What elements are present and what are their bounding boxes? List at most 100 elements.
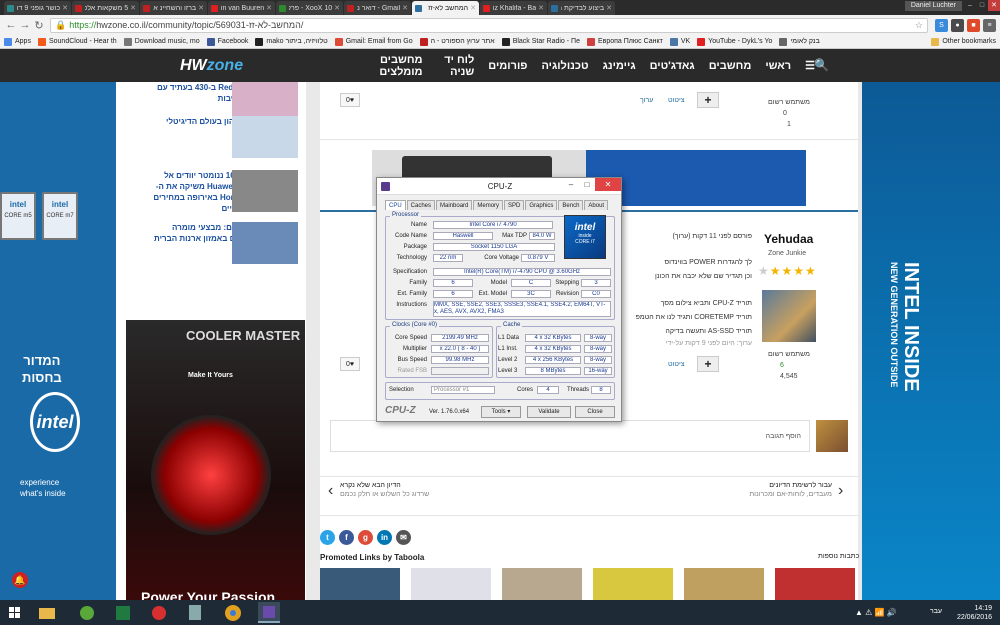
bookmark-item[interactable]: Other bookmarks [931,37,996,46]
calculator-icon[interactable] [184,602,206,623]
bookmark-item[interactable]: Facebook [206,37,248,46]
bookmark-item[interactable]: Black Star Radio - Пе [501,37,580,46]
bookmark-item[interactable]: Download music, mo [123,37,200,46]
quote-link[interactable]: ציטוט [668,361,685,368]
utorrent-icon[interactable] [76,602,98,623]
menu-item[interactable]: ראשי [765,60,791,72]
cpuz-tab[interactable]: About [584,200,609,210]
right-skin-ad[interactable]: INTEL INSIDE NEW GENERATION OUTSIDE [862,82,1000,600]
minimize-icon[interactable]: – [964,0,976,11]
menu-item[interactable]: מחשבים [709,60,752,72]
chrome-icon[interactable] [222,602,244,623]
back-icon[interactable]: ← [4,19,18,31]
close-tab-icon[interactable]: ✕ [538,4,544,12]
bookmark-item[interactable]: mako טלוויזיה, ביתור [255,37,328,46]
multiquote-button[interactable]: + [697,92,719,108]
notification-bell-icon[interactable]: 🔔 [12,572,28,588]
file-explorer-icon[interactable] [36,602,58,623]
chevron-left-icon[interactable]: ‹ [328,482,333,500]
promoted-thumb[interactable] [502,568,582,600]
alarm-icon[interactable] [148,602,170,623]
tray-icons[interactable]: ▲ ⚠ 📶 🔊 [855,608,897,617]
promoted-thumb[interactable] [684,568,764,600]
menu-icon[interactable]: ≡ [983,18,996,32]
site-logo[interactable]: HWzone [180,57,243,75]
close-window-icon[interactable]: ✕ [988,0,1000,11]
browser-tab[interactable]: ביצוע לבדיקת מסך✕ [548,1,615,15]
cpuz-tab[interactable]: Mainboard [436,200,473,210]
start-button[interactable] [4,602,26,623]
menu-item[interactable]: טכנולוגיה [541,60,588,72]
linkedin-icon[interactable]: in [377,530,392,545]
cpuz-tab[interactable]: Caches [406,200,436,210]
like-button[interactable]: 0♥ [340,93,360,107]
promoted-thumb[interactable] [320,568,400,600]
close-icon[interactable]: ✕ [595,178,621,191]
close-tab-icon[interactable]: ✕ [606,4,612,12]
news-thumbnail[interactable] [232,116,298,158]
cpuz-titlebar[interactable]: CPU-Z – □ ✕ [377,178,621,195]
email-icon[interactable]: ✉ [396,530,411,545]
author-name[interactable]: Yehudaa [764,232,813,246]
close-tab-icon[interactable]: ✕ [130,4,136,12]
close-tab-icon[interactable]: ✕ [334,4,340,12]
bookmark-item[interactable]: אתר ערוץ הספורט - ה [419,37,495,46]
sidebar-news-item[interactable]: שבבי 16 ננומטר יוודים אל העם: Huawei משי… [116,170,306,214]
extension-icon[interactable]: ● [951,18,964,32]
next-unread-link[interactable]: הדיון הבא שלא נקרא שרדוג כל השלוש או חלק … [340,482,500,498]
browser-tab[interactable]: Gmail - דואר נכנס✕ [344,1,411,15]
edit-link[interactable]: ערוך [640,97,653,104]
promoted-label[interactable]: Promoted Links by Taboola [320,553,424,562]
clock[interactable]: 14:19 22/06/2016 [957,604,992,622]
browser-tab[interactable]: Armin van Buuren✕ [208,1,275,15]
close-tab-icon[interactable]: ✕ [470,4,476,12]
browser-tab[interactable]: 5 משקאות אלכוהול✕ [72,1,139,15]
multiquote-button[interactable]: + [697,356,719,372]
sidebar-news-item[interactable]: שוק ההון בעולם הדיגיטלי [116,116,306,160]
cpuz-tab[interactable]: CPU [385,200,406,210]
bookmark-item[interactable]: Apps [4,37,31,46]
close-button[interactable]: Close [575,406,615,418]
extension-icon[interactable]: S [935,18,948,32]
bookmark-star-icon[interactable]: ☆ [915,20,923,31]
reply-input[interactable]: הוסף תגובה [330,420,810,452]
bookmark-item[interactable]: YouTube - DykL's Yo [697,37,772,46]
menu-item[interactable]: מחשבים מומלצים [364,54,422,78]
forward-icon[interactable]: → [18,19,32,31]
promoted-thumb[interactable] [593,568,673,600]
cpuz-tab[interactable]: Bench [558,200,584,210]
validate-button[interactable]: Validate [527,406,571,418]
news-thumbnail[interactable] [232,222,298,264]
excel-icon[interactable] [112,602,134,623]
tools-button[interactable]: Tools ▾ [481,406,521,418]
close-tab-icon[interactable]: ✕ [198,4,204,12]
chevron-right-icon[interactable]: › [838,482,843,500]
menu-item[interactable]: לוח יד שניה [437,54,474,78]
maximize-icon[interactable]: □ [579,178,595,191]
news-thumbnail[interactable] [232,170,298,212]
avatar[interactable] [762,290,816,342]
browser-tab[interactable]: ברזו והשחיינ אייס✕ [140,1,207,15]
cpuz-tab[interactable]: SPD [504,200,525,210]
facebook-icon[interactable]: f [339,530,354,545]
processor-select[interactable]: Processor #1 [431,386,495,394]
close-tab-icon[interactable]: ✕ [62,4,68,12]
profile-name[interactable]: Daniel Luchter [904,1,962,11]
cpuz-tab[interactable]: Graphics [525,200,558,210]
bookmark-item[interactable]: Gmail: Email from Go [334,37,413,46]
like-button[interactable]: 0♥ [340,357,360,371]
bookmark-item[interactable]: Европа Плюс Санкт [586,37,663,46]
browser-tab[interactable]: כושר גופני 9 דרכים✕ [4,1,71,15]
url-bar[interactable]: 🔒 https:// hwzone.co.il/community/topic/… [50,17,928,33]
cpuz-taskbar-icon[interactable] [258,602,280,623]
close-tab-icon[interactable]: ✕ [266,4,272,12]
promoted-thumb[interactable] [411,568,491,600]
bookmark-item[interactable]: SoundCloud - Hear th [37,37,117,46]
menu-item[interactable]: גיימינג [603,60,636,72]
quote-link[interactable]: ציטוט [668,97,685,104]
back-to-list-link[interactable]: עבור לרשימת הדיונים מעבדים, לוחות-אם ומכר… [670,482,832,498]
browser-tab[interactable]: XooX 10 - פרק 10✕ [276,1,343,15]
google-plus-icon[interactable]: g [358,530,373,545]
sidebar-news-item[interactable]: דיל היום: מבצעי מומרה נחדדים באמזון ארנו… [116,222,306,266]
twitter-icon[interactable]: t [320,530,335,545]
